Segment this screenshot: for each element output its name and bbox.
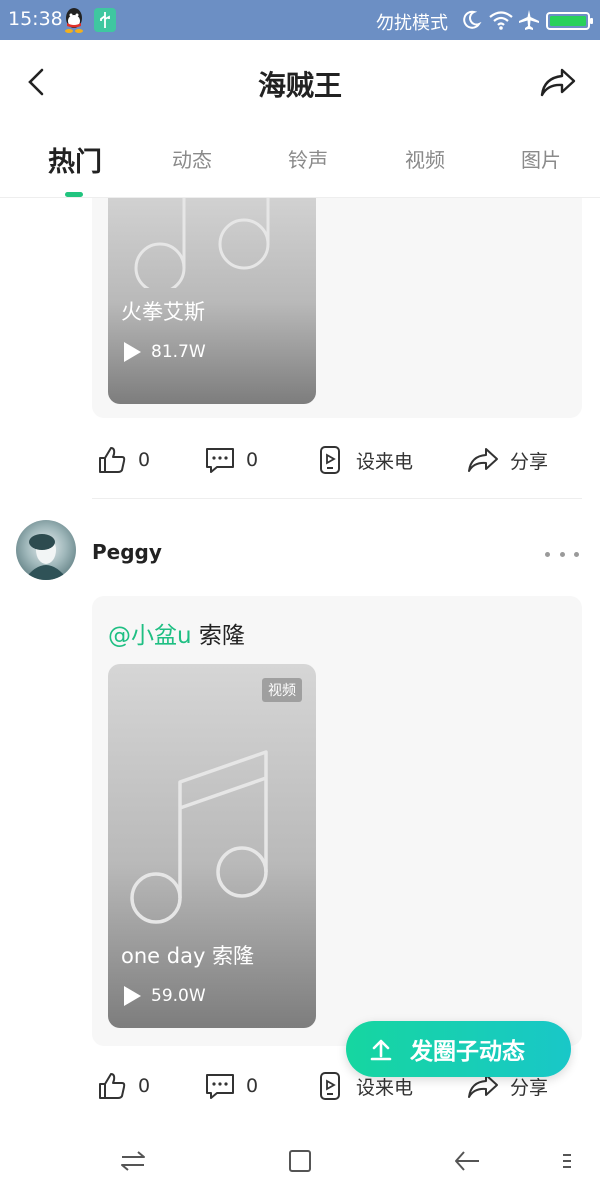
play-count: 59.0W <box>124 986 206 1006</box>
media-thumbnail[interactable]: 视频 one day 索隆 59.0W <box>108 664 316 1028</box>
comment-count: 0 <box>246 449 259 471</box>
battery-icon <box>546 12 593 30</box>
share-icon <box>468 448 498 472</box>
usb-icon <box>94 8 116 32</box>
post-text: @小盆u 索隆 <box>108 616 245 650</box>
post-moment-label: 发圈子动态 <box>410 1039 525 1065</box>
phone-icon <box>320 1072 340 1100</box>
share-post-button[interactable]: 分享 <box>466 438 548 482</box>
share-label: 分享 <box>510 450 549 473</box>
like-count: 0 <box>138 449 151 471</box>
comment-count: 0 <box>246 1075 259 1097</box>
play-count-value: 59.0W <box>151 986 206 1006</box>
qq-icon <box>65 8 83 33</box>
tab-hot[interactable]: 热门 <box>25 140 125 179</box>
more-options-button[interactable] <box>545 544 579 564</box>
thumbs-up-icon <box>99 447 126 473</box>
media-title: 火拳艾斯 <box>121 300 205 324</box>
play-count-value: 81.7W <box>151 342 206 362</box>
system-nav-bar <box>0 1120 600 1200</box>
play-icon <box>124 986 141 1006</box>
post-moment-button[interactable]: 发圈子动态 <box>346 1021 571 1077</box>
menu-icon[interactable] <box>560 1146 574 1176</box>
tab-images[interactable]: 图片 <box>491 144 591 173</box>
comment-button[interactable]: 0 <box>204 438 258 482</box>
moon-icon <box>463 10 482 29</box>
share-button[interactable] <box>538 64 578 100</box>
set-ringtone-button[interactable]: 设来电 <box>314 438 413 482</box>
comment-icon <box>206 448 234 473</box>
home-icon[interactable] <box>285 1146 315 1176</box>
music-note-icon <box>130 750 268 924</box>
like-count: 0 <box>138 1075 151 1097</box>
play-count: 81.7W <box>124 342 206 362</box>
active-tab-indicator <box>65 192 83 197</box>
dot <box>574 551 579 557</box>
avatar[interactable] <box>16 520 76 580</box>
thumbs-up-icon <box>99 1073 126 1099</box>
play-icon <box>124 342 141 362</box>
dot <box>545 551 550 557</box>
like-button[interactable]: 0 <box>96 438 150 482</box>
page-title: 海贼王 <box>257 69 342 102</box>
category-tabs: 热门 动态 铃声 视频 图片 <box>0 126 600 198</box>
post-card[interactable]: 火拳艾斯 81.7W <box>92 198 582 418</box>
post-body: 索隆 <box>191 623 245 649</box>
post-card[interactable]: @小盆u 索隆 视频 one day 索隆 59.0W <box>92 596 582 1046</box>
avatar-image <box>24 534 68 580</box>
status-bar: 15:38 勿扰模式 <box>0 0 600 40</box>
tab-moments[interactable]: 动态 <box>142 144 242 173</box>
mention-link[interactable]: @小盆u <box>108 623 192 649</box>
media-thumbnail[interactable]: 火拳艾斯 81.7W <box>108 198 316 404</box>
comment-icon <box>206 1074 234 1099</box>
comment-button[interactable]: 0 <box>204 1064 258 1108</box>
feed[interactable]: 火拳艾斯 81.7W 0 0 设来电 分享 Peggy @小盆u 索隆 视频 o… <box>0 198 600 1120</box>
dnd-mode-label: 勿扰模式 <box>376 13 448 34</box>
like-button[interactable]: 0 <box>96 1064 150 1108</box>
media-title: one day 索隆 <box>121 944 255 968</box>
phone-icon <box>320 446 340 474</box>
upload-arrow-icon <box>370 1039 392 1061</box>
dot <box>559 551 565 557</box>
title-bar: 海贼王 <box>0 40 600 126</box>
tab-ringtones[interactable]: 铃声 <box>258 144 358 173</box>
status-time: 15:38 <box>8 8 63 30</box>
set-ringtone-label: 设来电 <box>356 450 414 473</box>
switch-app-icon[interactable] <box>118 1146 148 1176</box>
back-nav-icon[interactable] <box>452 1146 482 1176</box>
post-actions: 0 0 设来电 分享 <box>96 438 576 482</box>
video-badge: 视频 <box>262 678 302 702</box>
tab-videos[interactable]: 视频 <box>375 144 475 173</box>
divider <box>92 498 582 499</box>
airplane-icon <box>519 10 539 30</box>
username[interactable]: Peggy <box>92 540 162 564</box>
music-note-icon <box>134 198 270 288</box>
wifi-icon <box>489 11 513 30</box>
